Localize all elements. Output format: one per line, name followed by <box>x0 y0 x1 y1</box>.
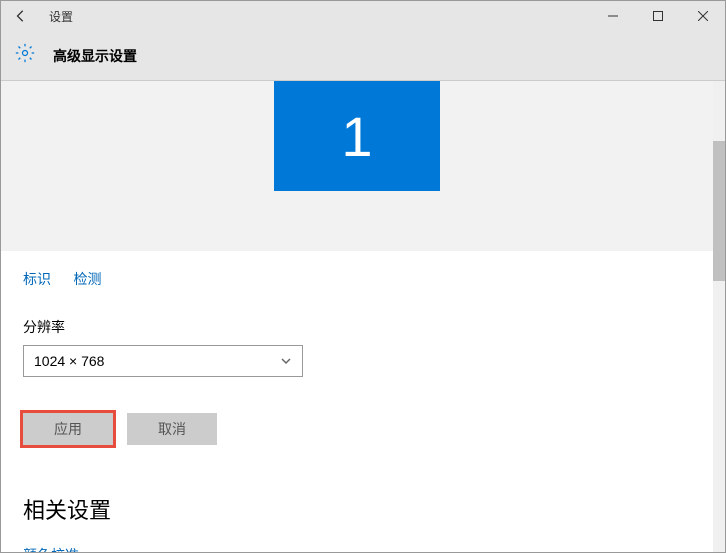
monitor-actions: 标识 检测 <box>23 269 691 289</box>
back-button[interactable] <box>1 1 41 31</box>
resolution-label: 分辨率 <box>23 317 691 337</box>
titlebar: 设置 <box>1 1 725 31</box>
page-title: 高级显示设置 <box>53 46 137 66</box>
apply-button[interactable]: 应用 <box>23 413 113 445</box>
settings-gear-icon <box>15 43 35 68</box>
identify-link[interactable]: 标识 <box>23 269 51 289</box>
chevron-down-icon <box>280 355 292 367</box>
resolution-value: 1024 × 768 <box>34 353 104 369</box>
main-content: 1 标识 检测 分辨率 1024 × 768 应用 取消 相关设置 颜色校准 <box>1 81 713 552</box>
arrow-left-icon <box>14 9 28 23</box>
minimize-button[interactable] <box>590 1 635 31</box>
minimize-icon <box>608 11 618 21</box>
scrollbar-thumb[interactable] <box>713 141 725 281</box>
cancel-button[interactable]: 取消 <box>127 413 217 445</box>
detect-link[interactable]: 检测 <box>73 269 101 289</box>
page-header: 高级显示设置 <box>1 31 725 81</box>
vertical-scrollbar[interactable] <box>713 81 725 552</box>
maximize-icon <box>653 11 663 21</box>
related-settings-title: 相关设置 <box>23 493 691 525</box>
maximize-button[interactable] <box>635 1 680 31</box>
color-calibration-link[interactable]: 颜色校准 <box>23 545 79 552</box>
resolution-dropdown[interactable]: 1024 × 768 <box>23 345 303 377</box>
monitor-preview-area: 1 <box>1 81 713 251</box>
window-title: 设置 <box>49 8 73 25</box>
action-buttons: 应用 取消 <box>23 413 691 445</box>
close-icon <box>698 11 708 21</box>
close-button[interactable] <box>680 1 725 31</box>
monitor-1[interactable]: 1 <box>274 81 440 191</box>
window-controls <box>590 1 725 31</box>
